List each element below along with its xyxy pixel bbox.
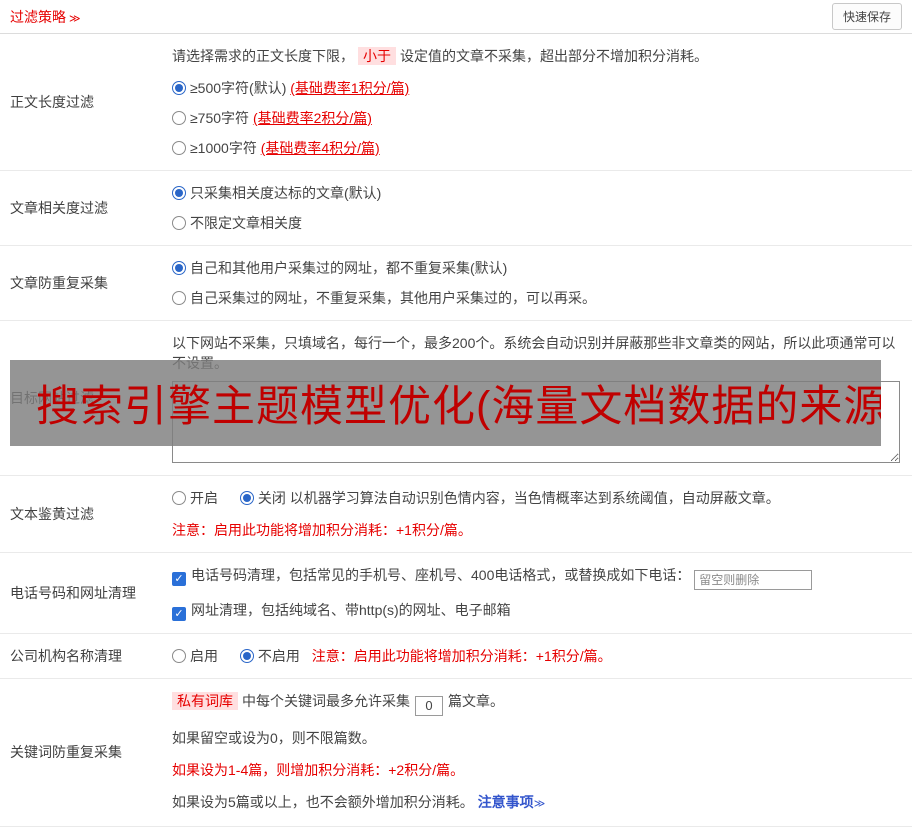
- radio-dedup-self-icon[interactable]: [172, 291, 186, 305]
- dedup-option-global[interactable]: 自己和其他用户采集过的网址，都不重复采集(默认): [172, 258, 900, 278]
- row-relevance-filter: 文章相关度过滤 只采集相关度达标的文章(默认) 不限定文章相关度: [0, 171, 912, 246]
- porn-options: 开启 关闭 以机器学习算法自动识别色情内容，当色情概率达到系统阈值，自动屏蔽文章…: [172, 488, 900, 508]
- row-label-dedup: 文章防重复采集: [10, 275, 108, 291]
- dedup-option-self-label: 自己采集过的网址，不重复采集，其他用户采集过的，可以再采。: [190, 290, 596, 306]
- page-title-text: 过滤策略: [10, 8, 66, 25]
- row-label-company: 公司机构名称清理: [10, 648, 122, 664]
- row-content-phone-url: 电话号码清理，包括常见的手机号、座机号、400电话格式，或替换成如下电话： 网址…: [172, 553, 912, 633]
- radio-750-icon[interactable]: [172, 111, 186, 125]
- relevance-option-any[interactable]: 不限定文章相关度: [172, 213, 900, 233]
- porn-desc: 以机器学习算法自动识别色情内容，当色情概率达到系统阈值，自动屏蔽文章。: [289, 490, 780, 506]
- row-label-keyword: 关键词防重复采集: [10, 744, 122, 761]
- length-option-750-label: ≥750字符: [190, 110, 253, 126]
- topbar: 过滤策略 ≫ 快速保存: [0, 0, 912, 34]
- keyword-limit-mid: 中每个关键词最多允许采集: [242, 693, 410, 709]
- chevron-down-icon: ≫: [69, 12, 81, 25]
- notice-link[interactable]: 注意事项≫: [478, 794, 546, 810]
- radio-porn-off-icon[interactable]: [239, 491, 254, 505]
- radio-1000-icon[interactable]: [172, 141, 186, 155]
- row-content-relevance: 只采集相关度达标的文章(默认) 不限定文章相关度: [172, 171, 912, 245]
- length-option-500-fee: (基础费率1积分/篇): [290, 80, 410, 96]
- radio-relevance-strict-icon[interactable]: [172, 186, 186, 200]
- length-option-1000-fee: (基础费率4积分/篇): [260, 140, 380, 156]
- row-company-cleanup: 公司机构名称清理 启用 不启用 注意：启用此功能将增加积分消耗：+1积分/篇。: [0, 634, 912, 679]
- radio-company-off-icon[interactable]: [239, 649, 254, 663]
- length-intro-pre: 请选择需求的正文长度下限，: [172, 48, 354, 64]
- porn-option-on[interactable]: 开启: [172, 490, 236, 506]
- checkbox-url-cleanup-icon[interactable]: [172, 607, 186, 621]
- watermark-overlay: 搜索引擎主题模型优化(海量文档数据的来源: [10, 360, 881, 446]
- company-option-on-label: 启用: [190, 648, 218, 664]
- porn-option-on-label: 开启: [190, 490, 218, 506]
- row-label-porn: 文本鉴黄过滤: [10, 506, 94, 522]
- keyword-note-five: 如果设为5篇或以上，也不会额外增加积分消耗。 注意事项≫: [172, 792, 900, 814]
- row-keyword-dedup: 关键词防重复采集 私有词库中每个关键词最多允许采集 篇文章。 如果留空或设为0，则…: [0, 679, 912, 827]
- row-content-company: 启用 不启用 注意：启用此功能将增加积分消耗：+1积分/篇。: [172, 634, 912, 678]
- row-content-length: 请选择需求的正文长度下限， 小于 设定值的文章不采集，超出部分不增加积分消耗。 ≥5…: [172, 34, 912, 170]
- keyword-note-zero: 如果留空或设为0，则不限篇数。: [172, 729, 376, 746]
- phone-cleanup-label: 电话号码清理，包括常见的手机号、座机号、400电话格式，或替换成如下电话：: [191, 567, 691, 583]
- radio-relevance-any-icon[interactable]: [172, 216, 186, 230]
- relevance-option-strict-label: 只采集相关度达标的文章(默认): [190, 185, 382, 201]
- company-option-off[interactable]: 不启用: [239, 648, 300, 664]
- radio-500-icon[interactable]: [172, 81, 186, 95]
- dedup-option-global-label: 自己和其他用户采集过的网址，都不重复采集(默认): [190, 260, 508, 276]
- radio-company-on-icon[interactable]: [172, 649, 186, 663]
- radio-porn-on-icon[interactable]: [172, 491, 186, 505]
- row-phone-url-cleanup: 电话号码和网址清理 电话号码清理，包括常见的手机号、座机号、400电话格式，或替…: [0, 553, 912, 634]
- row-label-length: 正文长度过滤: [10, 94, 94, 110]
- length-intro: 请选择需求的正文长度下限， 小于 设定值的文章不采集，超出部分不增加积分消耗。: [172, 46, 900, 66]
- row-length-filter: 正文长度过滤 请选择需求的正文长度下限， 小于 设定值的文章不采集，超出部分不增加积…: [0, 34, 912, 171]
- row-label-relevance: 文章相关度过滤: [10, 200, 108, 216]
- row-content-porn: 开启 关闭 以机器学习算法自动识别色情内容，当色情概率达到系统阈值，自动屏蔽文章…: [172, 476, 912, 552]
- length-option-1000-label: ≥1000字符: [190, 140, 261, 156]
- relevance-option-strict[interactable]: 只采集相关度达标的文章(默认): [172, 183, 900, 203]
- length-option-1000[interactable]: ≥1000字符 (基础费率4积分/篇): [172, 138, 900, 158]
- keyword-note-cost: 如果设为1-4篇，则增加积分消耗：+2积分/篇。: [172, 761, 465, 778]
- max-articles-input[interactable]: [415, 695, 443, 716]
- company-option-on[interactable]: 启用: [172, 648, 236, 664]
- keyword-limit-line: 私有词库中每个关键词最多允许采集 篇文章。: [172, 691, 900, 716]
- watermark-text: 搜索引擎主题模型优化(海量文档数据的来源: [36, 383, 881, 431]
- row-porn-filter: 文本鉴黄过滤 开启 关闭 以机器学习算法自动识别色情内容，当色情概率达到系统阈值…: [0, 476, 912, 553]
- length-intro-highlight: 小于: [358, 47, 396, 65]
- checkbox-phone-cleanup-icon[interactable]: [172, 572, 186, 586]
- notice-link-text: 注意事项: [477, 793, 534, 810]
- row-dedup-filter: 文章防重复采集 自己和其他用户采集过的网址，都不重复采集(默认) 自己采集过的网…: [0, 246, 912, 321]
- relevance-option-any-label: 不限定文章相关度: [190, 215, 302, 231]
- company-option-off-label: 不启用: [257, 648, 300, 664]
- replacement-phone-input[interactable]: [694, 570, 813, 590]
- porn-option-off[interactable]: 关闭: [239, 490, 286, 506]
- url-cleanup-option[interactable]: 网址清理，包括纯域名、带http(s)的网址、电子邮箱: [172, 600, 900, 621]
- notice-chevron-icon: ≫: [533, 797, 546, 810]
- dedup-option-self[interactable]: 自己采集过的网址，不重复采集，其他用户采集过的，可以再采。: [172, 288, 900, 308]
- phone-cleanup-option[interactable]: 电话号码清理，包括常见的手机号、座机号、400电话格式，或替换成如下电话：: [172, 565, 900, 590]
- row-label-phone-url: 电话号码和网址清理: [10, 585, 136, 601]
- page-title[interactable]: 过滤策略 ≫: [10, 7, 81, 27]
- company-options: 启用 不启用 注意：启用此功能将增加积分消耗：+1积分/篇。: [172, 646, 900, 666]
- company-cost-note: 注意：启用此功能将增加积分消耗：+1积分/篇。: [311, 648, 612, 664]
- porn-option-off-label: 关闭: [257, 490, 286, 506]
- url-cleanup-label: 网址清理，包括纯域名、带http(s)的网址、电子邮箱: [191, 602, 511, 618]
- filter-strategy-page: 过滤策略 ≫ 快速保存 正文长度过滤 请选择需求的正文长度下限， 小于 设定值的文章不…: [0, 0, 912, 827]
- keyword-note-five-text: 如果设为5篇或以上，也不会额外增加积分消耗。: [172, 793, 474, 810]
- porn-cost-note: 注意：启用此功能将增加积分消耗：+1积分/篇。: [172, 522, 472, 538]
- radio-dedup-global-icon[interactable]: [172, 261, 186, 275]
- keyword-limit-post: 篇文章。: [448, 693, 504, 709]
- row-content-dedup: 自己和其他用户采集过的网址，都不重复采集(默认) 自己采集过的网址，不重复采集，…: [172, 246, 912, 320]
- quick-save-button[interactable]: 快速保存: [831, 3, 902, 30]
- private-lexicon-badge: 私有词库: [172, 692, 238, 710]
- length-intro-post: 设定值的文章不采集，超出部分不增加积分消耗。: [400, 48, 708, 64]
- length-option-500-label: ≥500字符(默认): [190, 80, 291, 96]
- row-content-keyword: 私有词库中每个关键词最多允许采集 篇文章。 如果留空或设为0，则不限篇数。 如果设…: [172, 679, 912, 826]
- length-option-750[interactable]: ≥750字符 (基础费率2积分/篇): [172, 108, 900, 128]
- length-option-750-fee: (基础费率2积分/篇): [252, 110, 372, 126]
- length-option-500[interactable]: ≥500字符(默认) (基础费率1积分/篇): [172, 78, 900, 98]
